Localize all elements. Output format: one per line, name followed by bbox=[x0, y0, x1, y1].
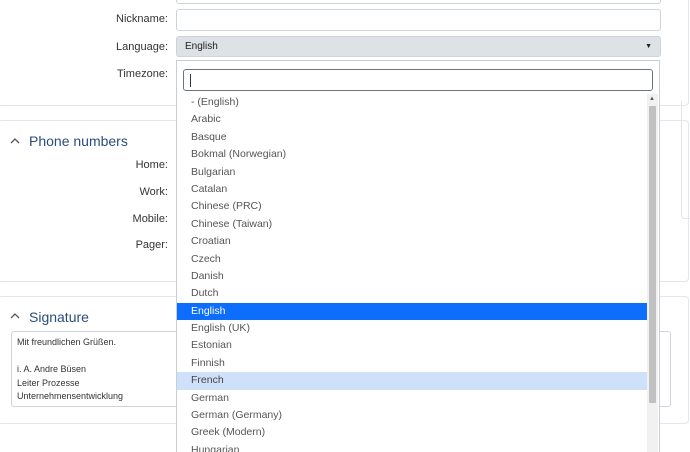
language-options-list: - (English) Arabic Basque Bokmal (Norweg… bbox=[177, 94, 647, 452]
language-option[interactable]: Greek (Modern) bbox=[177, 424, 647, 441]
dropdown-scrollbar[interactable]: ▲ bbox=[647, 94, 658, 452]
signature-line: i. A. Andre Büsen bbox=[17, 364, 87, 374]
home-label: Home: bbox=[135, 159, 168, 171]
language-option[interactable]: German (Germany) bbox=[177, 407, 647, 424]
language-option[interactable]: Bulgarian bbox=[177, 164, 647, 181]
signature-line: Mit freundlichen Grüßen. bbox=[17, 337, 117, 347]
language-option[interactable]: Croatian bbox=[177, 233, 647, 250]
right-panel-edge bbox=[681, 100, 690, 219]
language-option[interactable]: Bokmal (Norwegian) bbox=[177, 146, 647, 163]
language-label: Language: bbox=[116, 41, 168, 53]
signature-line bbox=[17, 350, 123, 364]
pager-label: Pager: bbox=[135, 239, 168, 251]
top-field-remnant[interactable] bbox=[176, 0, 661, 4]
mobile-label: Mobile: bbox=[132, 213, 168, 225]
language-option[interactable]: Danish bbox=[177, 268, 647, 285]
language-option[interactable]: Hungarian bbox=[177, 442, 647, 452]
language-option[interactable]: Finnish bbox=[177, 355, 647, 372]
dropdown-search-input[interactable] bbox=[183, 69, 653, 91]
chevron-up-icon[interactable] bbox=[10, 311, 20, 321]
phone-numbers-title: Phone numbers bbox=[29, 133, 128, 149]
signature-line: Leiter Prozesse bbox=[17, 377, 80, 388]
caret-down-icon: ▼ bbox=[645, 43, 652, 50]
work-label: Work: bbox=[139, 186, 168, 198]
chevron-up-icon[interactable] bbox=[10, 136, 20, 146]
language-option[interactable]: Arabic bbox=[177, 111, 647, 128]
language-option[interactable]: - (English) bbox=[177, 94, 647, 111]
language-dropdown: - (English) Arabic Basque Bokmal (Norweg… bbox=[176, 60, 660, 452]
nickname-input[interactable] bbox=[176, 9, 661, 31]
language-option-hovered[interactable]: French bbox=[177, 372, 647, 390]
language-option[interactable]: Chinese (PRC) bbox=[177, 198, 647, 215]
language-option[interactable]: Catalan bbox=[177, 181, 647, 198]
signature-text: Mit freundlichen Grüßen. i. A. Andre Büs… bbox=[17, 336, 123, 404]
language-select-value: English bbox=[185, 41, 218, 52]
nickname-label: Nickname: bbox=[116, 13, 168, 25]
timezone-label: Timezone: bbox=[117, 68, 168, 80]
language-option[interactable]: Estonian bbox=[177, 337, 647, 354]
language-option[interactable]: English (UK) bbox=[177, 320, 647, 337]
signature-title: Signature bbox=[29, 309, 89, 325]
scrollbar-thumb[interactable] bbox=[649, 106, 656, 403]
language-option[interactable]: Czech bbox=[177, 251, 647, 268]
language-option-selected[interactable]: English bbox=[177, 302, 647, 321]
scroll-up-arrow-icon[interactable]: ▲ bbox=[649, 96, 655, 102]
language-option[interactable]: Chinese (Taiwan) bbox=[177, 216, 647, 233]
language-select[interactable]: English ▼ bbox=[176, 36, 661, 57]
language-option[interactable]: Dutch bbox=[177, 285, 647, 302]
language-option[interactable]: German bbox=[177, 390, 647, 407]
language-option[interactable]: Basque bbox=[177, 129, 647, 146]
signature-line: Unternehmensentwicklung bbox=[17, 391, 124, 401]
text-cursor bbox=[190, 74, 191, 87]
